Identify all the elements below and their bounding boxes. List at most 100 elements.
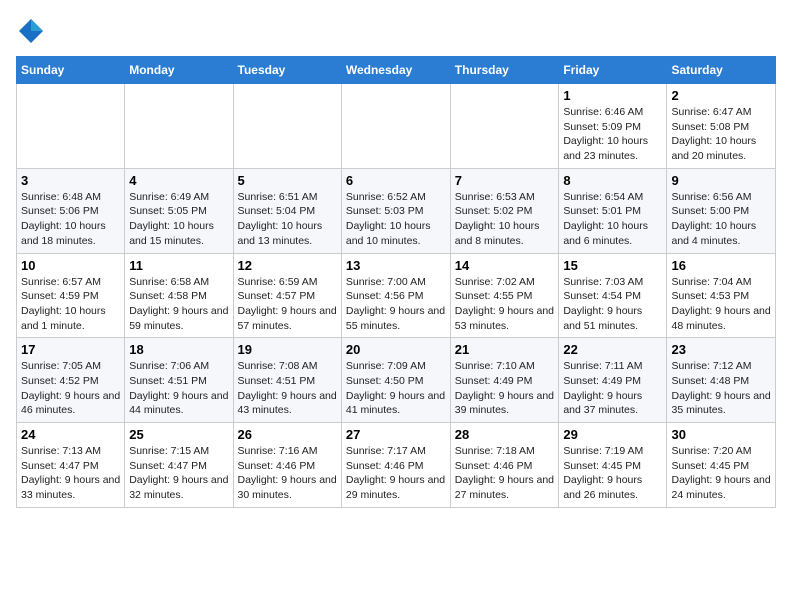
day-number: 3 bbox=[21, 173, 120, 188]
day-info: Sunrise: 7:10 AM Sunset: 4:49 PM Dayligh… bbox=[455, 359, 555, 418]
calendar-cell: 27 Sunrise: 7:17 AM Sunset: 4:46 PM Dayli… bbox=[341, 423, 450, 508]
day-info: Sunrise: 6:56 AM Sunset: 5:00 PM Dayligh… bbox=[671, 190, 771, 249]
logo-icon bbox=[16, 16, 46, 46]
weekday-header: Thursday bbox=[450, 57, 559, 84]
day-info: Sunrise: 6:51 AM Sunset: 5:04 PM Dayligh… bbox=[238, 190, 337, 249]
day-info: Sunrise: 7:05 AM Sunset: 4:52 PM Dayligh… bbox=[21, 359, 120, 418]
weekday-header: Saturday bbox=[667, 57, 776, 84]
calendar-header-row: SundayMondayTuesdayWednesdayThursdayFrid… bbox=[17, 57, 776, 84]
calendar-cell: 23 Sunrise: 7:12 AM Sunset: 4:48 PM Dayli… bbox=[667, 338, 776, 423]
day-number: 19 bbox=[238, 342, 337, 357]
day-info: Sunrise: 6:47 AM Sunset: 5:08 PM Dayligh… bbox=[671, 105, 771, 164]
calendar-week-row: 3 Sunrise: 6:48 AM Sunset: 5:06 PM Daylig… bbox=[17, 168, 776, 253]
day-info: Sunrise: 7:00 AM Sunset: 4:56 PM Dayligh… bbox=[346, 275, 446, 334]
calendar-week-row: 1 Sunrise: 6:46 AM Sunset: 5:09 PM Daylig… bbox=[17, 84, 776, 169]
day-info: Sunrise: 6:52 AM Sunset: 5:03 PM Dayligh… bbox=[346, 190, 446, 249]
day-info: Sunrise: 7:20 AM Sunset: 4:45 PM Dayligh… bbox=[671, 444, 771, 503]
day-number: 4 bbox=[129, 173, 228, 188]
weekday-header: Tuesday bbox=[233, 57, 341, 84]
day-info: Sunrise: 7:03 AM Sunset: 4:54 PM Dayligh… bbox=[563, 275, 662, 334]
day-info: Sunrise: 7:17 AM Sunset: 4:46 PM Dayligh… bbox=[346, 444, 446, 503]
calendar-cell bbox=[125, 84, 233, 169]
day-info: Sunrise: 6:54 AM Sunset: 5:01 PM Dayligh… bbox=[563, 190, 662, 249]
day-info: Sunrise: 6:49 AM Sunset: 5:05 PM Dayligh… bbox=[129, 190, 228, 249]
calendar-cell: 20 Sunrise: 7:09 AM Sunset: 4:50 PM Dayli… bbox=[341, 338, 450, 423]
calendar-cell bbox=[233, 84, 341, 169]
calendar-cell: 10 Sunrise: 6:57 AM Sunset: 4:59 PM Dayli… bbox=[17, 253, 125, 338]
day-info: Sunrise: 7:08 AM Sunset: 4:51 PM Dayligh… bbox=[238, 359, 337, 418]
weekday-header: Sunday bbox=[17, 57, 125, 84]
day-info: Sunrise: 6:46 AM Sunset: 5:09 PM Dayligh… bbox=[563, 105, 662, 164]
weekday-header: Wednesday bbox=[341, 57, 450, 84]
calendar-cell: 7 Sunrise: 6:53 AM Sunset: 5:02 PM Daylig… bbox=[450, 168, 559, 253]
day-number: 1 bbox=[563, 88, 662, 103]
day-number: 26 bbox=[238, 427, 337, 442]
calendar-cell: 3 Sunrise: 6:48 AM Sunset: 5:06 PM Daylig… bbox=[17, 168, 125, 253]
calendar-cell: 21 Sunrise: 7:10 AM Sunset: 4:49 PM Dayli… bbox=[450, 338, 559, 423]
day-info: Sunrise: 6:53 AM Sunset: 5:02 PM Dayligh… bbox=[455, 190, 555, 249]
weekday-header: Friday bbox=[559, 57, 667, 84]
day-info: Sunrise: 7:13 AM Sunset: 4:47 PM Dayligh… bbox=[21, 444, 120, 503]
calendar-cell: 16Sunrise: 7:04 AM Sunset: 4:53 PM Dayli… bbox=[667, 253, 776, 338]
calendar-cell: 28 Sunrise: 7:18 AM Sunset: 4:46 PM Dayli… bbox=[450, 423, 559, 508]
day-info: Sunrise: 7:02 AM Sunset: 4:55 PM Dayligh… bbox=[455, 275, 555, 334]
calendar-cell: 6Sunrise: 6:52 AM Sunset: 5:03 PM Daylig… bbox=[341, 168, 450, 253]
day-info: Sunrise: 6:48 AM Sunset: 5:06 PM Dayligh… bbox=[21, 190, 120, 249]
day-info: Sunrise: 7:18 AM Sunset: 4:46 PM Dayligh… bbox=[455, 444, 555, 503]
calendar-week-row: 10 Sunrise: 6:57 AM Sunset: 4:59 PM Dayli… bbox=[17, 253, 776, 338]
calendar-cell: 30 Sunrise: 7:20 AM Sunset: 4:45 PM Dayli… bbox=[667, 423, 776, 508]
day-number: 5 bbox=[238, 173, 337, 188]
calendar-cell: 24 Sunrise: 7:13 AM Sunset: 4:47 PM Dayli… bbox=[17, 423, 125, 508]
day-number: 27 bbox=[346, 427, 446, 442]
day-number: 10 bbox=[21, 258, 120, 273]
calendar-cell: 12 Sunrise: 6:59 AM Sunset: 4:57 PM Dayli… bbox=[233, 253, 341, 338]
calendar-cell: 29 Sunrise: 7:19 AM Sunset: 4:45 PM Dayli… bbox=[559, 423, 667, 508]
calendar-cell: 15 Sunrise: 7:03 AM Sunset: 4:54 PM Dayli… bbox=[559, 253, 667, 338]
calendar-cell: 17 Sunrise: 7:05 AM Sunset: 4:52 PM Dayli… bbox=[17, 338, 125, 423]
day-number: 23 bbox=[671, 342, 771, 357]
day-number: 29 bbox=[563, 427, 662, 442]
day-number: 30 bbox=[671, 427, 771, 442]
day-number: 13 bbox=[346, 258, 446, 273]
calendar-week-row: 24 Sunrise: 7:13 AM Sunset: 4:47 PM Dayli… bbox=[17, 423, 776, 508]
calendar-cell: 26 Sunrise: 7:16 AM Sunset: 4:46 PM Dayli… bbox=[233, 423, 341, 508]
day-number: 15 bbox=[563, 258, 662, 273]
calendar-cell: 4 Sunrise: 6:49 AM Sunset: 5:05 PM Daylig… bbox=[125, 168, 233, 253]
day-number: 14 bbox=[455, 258, 555, 273]
day-info: Sunrise: 6:59 AM Sunset: 4:57 PM Dayligh… bbox=[238, 275, 337, 334]
weekday-header: Monday bbox=[125, 57, 233, 84]
day-number: 21 bbox=[455, 342, 555, 357]
calendar-cell bbox=[341, 84, 450, 169]
calendar-week-row: 17 Sunrise: 7:05 AM Sunset: 4:52 PM Dayli… bbox=[17, 338, 776, 423]
day-info: Sunrise: 7:12 AM Sunset: 4:48 PM Dayligh… bbox=[671, 359, 771, 418]
logo bbox=[16, 16, 50, 46]
calendar-cell: 19 Sunrise: 7:08 AM Sunset: 4:51 PM Dayli… bbox=[233, 338, 341, 423]
day-number: 8 bbox=[563, 173, 662, 188]
calendar-cell bbox=[17, 84, 125, 169]
day-number: 7 bbox=[455, 173, 555, 188]
day-number: 24 bbox=[21, 427, 120, 442]
calendar-cell: 22Sunrise: 7:11 AM Sunset: 4:49 PM Dayli… bbox=[559, 338, 667, 423]
day-number: 17 bbox=[21, 342, 120, 357]
day-number: 20 bbox=[346, 342, 446, 357]
day-number: 18 bbox=[129, 342, 228, 357]
day-info: Sunrise: 6:57 AM Sunset: 4:59 PM Dayligh… bbox=[21, 275, 120, 334]
calendar-cell: 9 Sunrise: 6:56 AM Sunset: 5:00 PM Daylig… bbox=[667, 168, 776, 253]
calendar-cell: 25Sunrise: 7:15 AM Sunset: 4:47 PM Dayli… bbox=[125, 423, 233, 508]
calendar-cell: 8 Sunrise: 6:54 AM Sunset: 5:01 PM Daylig… bbox=[559, 168, 667, 253]
day-info: Sunrise: 7:11 AM Sunset: 4:49 PM Dayligh… bbox=[563, 359, 662, 418]
page-header bbox=[16, 16, 776, 46]
calendar-cell: 11Sunrise: 6:58 AM Sunset: 4:58 PM Dayli… bbox=[125, 253, 233, 338]
day-info: Sunrise: 7:16 AM Sunset: 4:46 PM Dayligh… bbox=[238, 444, 337, 503]
day-number: 9 bbox=[671, 173, 771, 188]
day-info: Sunrise: 7:19 AM Sunset: 4:45 PM Dayligh… bbox=[563, 444, 662, 503]
day-number: 28 bbox=[455, 427, 555, 442]
calendar-cell: 5 Sunrise: 6:51 AM Sunset: 5:04 PM Daylig… bbox=[233, 168, 341, 253]
calendar-cell: 14 Sunrise: 7:02 AM Sunset: 4:55 PM Dayli… bbox=[450, 253, 559, 338]
calendar-cell: 1 Sunrise: 6:46 AM Sunset: 5:09 PM Daylig… bbox=[559, 84, 667, 169]
day-number: 12 bbox=[238, 258, 337, 273]
calendar-cell: 13 Sunrise: 7:00 AM Sunset: 4:56 PM Dayli… bbox=[341, 253, 450, 338]
calendar-cell: 2Sunrise: 6:47 AM Sunset: 5:08 PM Daylig… bbox=[667, 84, 776, 169]
day-info: Sunrise: 7:09 AM Sunset: 4:50 PM Dayligh… bbox=[346, 359, 446, 418]
calendar-table: SundayMondayTuesdayWednesdayThursdayFrid… bbox=[16, 56, 776, 508]
